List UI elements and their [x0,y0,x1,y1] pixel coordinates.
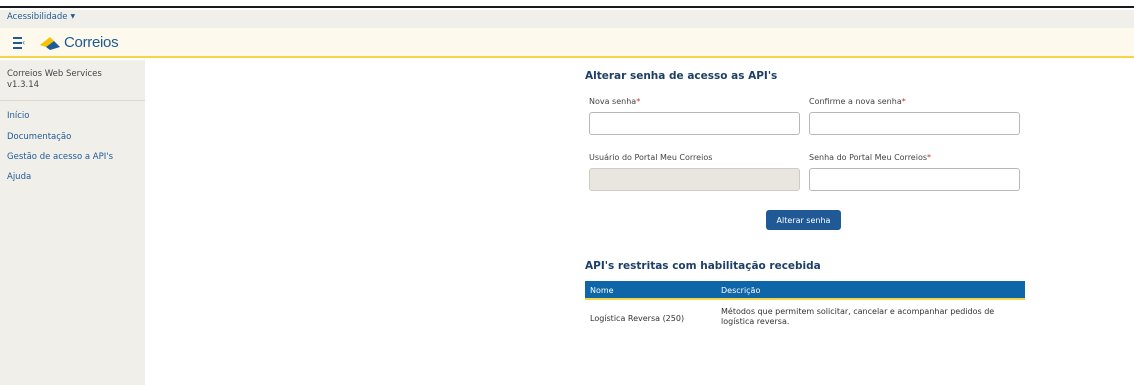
header: ‹ Correios [0,28,1134,58]
correios-logo-icon [40,36,60,50]
portal-user-label: Usuário do Portal Meu Correios [589,153,713,162]
menu-toggle-icon[interactable]: ‹ [13,37,27,49]
accessibility-menu[interactable]: Acessibilidade ▼ [7,12,75,22]
sidebar-divider [0,100,145,101]
column-header-name: Nome [590,286,614,295]
column-header-description: Descrição [721,286,761,295]
table-row: Logística Reversa (250) Métodos que perm… [585,300,1025,340]
confirm-password-input[interactable] [809,112,1020,135]
logo-text: Correios [64,34,119,51]
api-name-cell: Logística Reversa (250) [590,314,685,323]
confirm-password-label: Confirme a nova senha* [809,97,906,106]
page-title: Alterar senha de acesso as API's [585,70,778,82]
chevron-down-icon: ▼ [70,13,76,20]
accessibility-bar: Acessibilidade ▼ [0,10,1134,28]
portal-user-input [589,168,800,191]
portal-password-input[interactable] [809,168,1020,191]
new-password-label: Nova senha* [589,97,641,106]
sidebar-item-inicio[interactable]: Início [7,111,30,121]
sidebar-item-documentacao[interactable]: Documentação [7,132,71,142]
version-number: v1.3.14 [7,80,40,90]
new-password-input[interactable] [589,112,800,135]
sidebar: Correios Web Services v1.3.14 Início Doc… [0,60,145,385]
top-border [0,0,1134,8]
portal-password-label: Senha do Portal Meu Correios* [809,153,932,162]
accessibility-label: Acessibilidade [7,12,68,22]
sidebar-item-ajuda[interactable]: Ajuda [7,172,31,182]
api-description-cell: Métodos que permitem solicitar, cancelar… [721,307,995,326]
change-password-button[interactable]: Alterar senha [766,210,841,230]
app-version: Correios Web Services v1.3.14 [7,69,102,91]
correios-logo[interactable]: Correios [38,34,119,51]
app-name: Correios Web Services [7,69,102,79]
restricted-apis-title: API's restritas com habilitação recebida [585,260,821,272]
sidebar-item-gestao-acesso[interactable]: Gestão de acesso a API's [7,152,113,162]
table-header: Nome Descrição [585,281,1025,300]
